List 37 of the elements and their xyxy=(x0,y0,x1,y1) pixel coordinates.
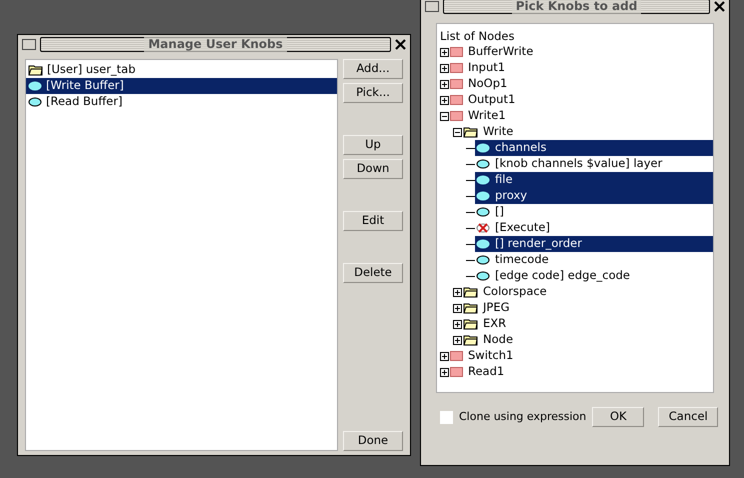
dialog-button[interactable]: Delete xyxy=(343,263,403,283)
dialog-button[interactable]: Add... xyxy=(343,59,403,79)
dialog-button[interactable]: Pick... xyxy=(343,83,403,103)
tree-item[interactable]: NoOp1 xyxy=(449,76,516,92)
checkbox-label: Clone using expression xyxy=(459,408,586,425)
list-item[interactable]: [Read Buffer] xyxy=(26,94,337,110)
window-title: Pick Knobs to add xyxy=(512,0,642,14)
list-item[interactable]: [User] user_tab xyxy=(26,62,337,78)
tree-item[interactable]: Output1 xyxy=(449,92,524,108)
tree-item[interactable]: [] render_order xyxy=(475,236,713,252)
tree-item[interactable]: timecode xyxy=(475,252,557,268)
dialog-button[interactable]: Up xyxy=(343,135,403,155)
tree-heading: List of Nodes xyxy=(440,28,516,44)
tree-item[interactable]: Read1 xyxy=(449,364,512,380)
tree-item[interactable]: BufferWrite xyxy=(449,44,542,60)
dialog-button[interactable]: Cancel xyxy=(658,407,718,427)
tree-item[interactable]: Input1 xyxy=(449,60,514,76)
tree-item[interactable]: proxy xyxy=(475,188,713,204)
tree-item[interactable]: Write1 xyxy=(449,108,514,124)
list-item[interactable]: [Write Buffer] xyxy=(26,78,337,94)
dialog-button[interactable]: Done xyxy=(343,431,403,451)
dialog-button[interactable]: Edit xyxy=(343,211,403,231)
tree-item[interactable]: JPEG xyxy=(462,300,518,316)
tree-item[interactable]: [edge code] edge_code xyxy=(475,268,638,284)
tree-item[interactable]: EXR xyxy=(462,316,514,332)
tree-item[interactable]: file xyxy=(475,172,713,188)
dialog-button[interactable]: Down xyxy=(343,159,403,179)
tree-item[interactable]: [] xyxy=(475,204,512,220)
window-title: Manage User Knobs xyxy=(144,36,287,52)
dialog-button[interactable]: OK xyxy=(592,407,644,427)
tree-item[interactable]: Write xyxy=(462,124,522,140)
tree-item[interactable]: [knob channels $value] layer xyxy=(475,156,670,172)
tree-item[interactable]: Node xyxy=(462,332,522,348)
tree-item[interactable]: Colorspace xyxy=(462,284,555,300)
tree-item[interactable]: channels xyxy=(475,140,713,156)
tree-item[interactable]: Switch1 xyxy=(449,348,522,364)
tree-item[interactable]: [Execute] xyxy=(475,220,558,236)
